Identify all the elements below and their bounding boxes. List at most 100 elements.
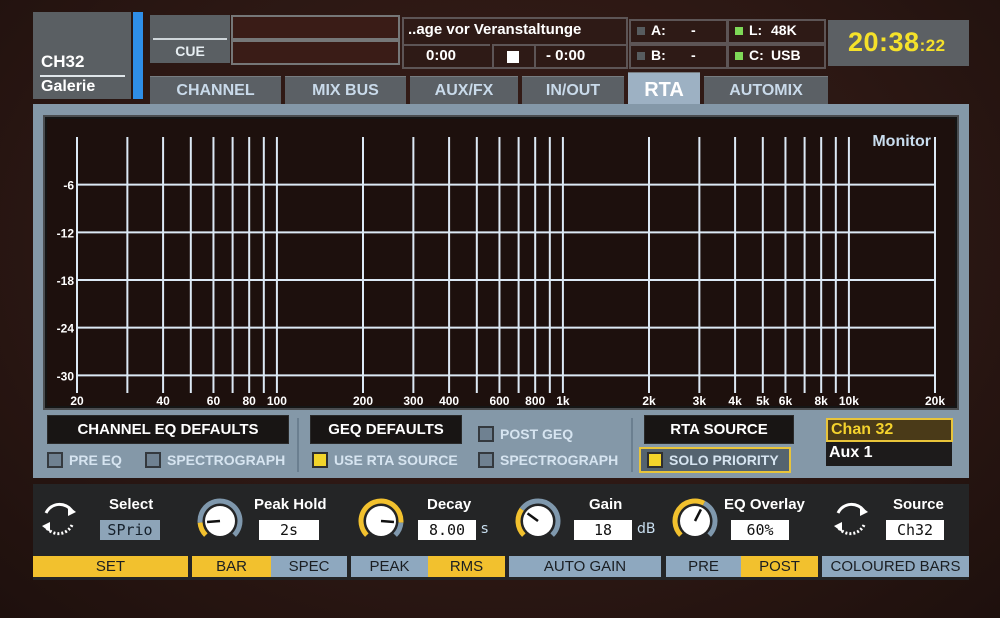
- source-option-chan-32[interactable]: Chan 32: [826, 418, 953, 442]
- bar-button[interactable]: BAR: [192, 556, 271, 577]
- eq-overlay-value[interactable]: 60%: [731, 520, 789, 540]
- remaining-time: - 0:00: [546, 47, 586, 64]
- checkbox-icon: [47, 452, 63, 468]
- x-tick-label: 600: [489, 394, 509, 408]
- rms-button[interactable]: RMS: [428, 556, 505, 577]
- peak-hold-knob[interactable]: [196, 497, 244, 545]
- pre-eq-checkbox[interactable]: PRE EQ: [47, 450, 122, 470]
- set-button[interactable]: SET: [33, 556, 188, 577]
- x-tick-label: 200: [353, 394, 373, 408]
- show-box[interactable]: ..age vor Veranstaltunge 0:00 - 0:00: [402, 17, 628, 69]
- clock-seconds: :22: [919, 36, 946, 55]
- status-b-value: -: [691, 47, 696, 63]
- status-c-led-icon: [735, 52, 743, 60]
- x-tick-label: 3k: [693, 394, 707, 408]
- cue-field-2: [231, 40, 400, 65]
- geq-spectrograph-checkbox[interactable]: SPECTROGRAPH: [478, 450, 618, 470]
- x-tick-label: 20: [70, 394, 84, 408]
- x-tick-label: 6k: [779, 394, 793, 408]
- solo-priority-label: SOLO PRIORITY: [669, 452, 779, 468]
- source-value[interactable]: Ch32: [886, 520, 944, 540]
- tab-rta[interactable]: RTA: [628, 72, 700, 105]
- auto-gain-button[interactable]: AUTO GAIN: [509, 556, 661, 577]
- source-label: Source: [893, 496, 944, 513]
- rta-source-header: RTA SOURCE: [644, 415, 794, 444]
- post-geq-checkbox[interactable]: POST GEQ: [478, 424, 573, 444]
- tab-automix[interactable]: AUTOMIX: [704, 76, 828, 105]
- status-a-value: -: [691, 22, 696, 38]
- status-b-led-icon: [637, 52, 645, 60]
- stop-square-icon[interactable]: [507, 51, 519, 63]
- coloured-bars-button[interactable]: COLOURED BARS: [822, 556, 969, 577]
- peak-hold-value[interactable]: 2s: [259, 520, 319, 540]
- select-cycle-icon[interactable]: [38, 498, 80, 540]
- source-option-aux-1[interactable]: Aux 1: [826, 443, 951, 463]
- status-c-key: C:: [749, 47, 764, 63]
- knob-pointer: [206, 519, 221, 524]
- select-value[interactable]: SPrio: [100, 520, 160, 540]
- spec-button[interactable]: SPEC: [271, 556, 347, 577]
- gain-label: Gain: [589, 496, 623, 513]
- decay-value[interactable]: 8.00: [418, 520, 476, 540]
- status-l-value: 48K: [771, 22, 797, 38]
- checkbox-icon: [478, 452, 494, 468]
- checkbox-checked-icon: [312, 452, 328, 468]
- y-tick-label: -6: [63, 179, 74, 193]
- solo-priority-toggle[interactable]: SOLO PRIORITY: [639, 447, 791, 473]
- tab-mix-bus[interactable]: MIX BUS: [285, 76, 406, 105]
- monitor-label: Monitor: [872, 133, 931, 150]
- solo-priority-checkbox[interactable]: SOLO PRIORITY: [647, 450, 779, 470]
- y-tick-label: -12: [57, 226, 75, 240]
- status-c: C: USB: [727, 44, 826, 69]
- x-tick-label: 60: [207, 394, 221, 408]
- tab-in-out[interactable]: IN/OUT: [522, 76, 624, 105]
- status-b-key: B:: [651, 47, 666, 63]
- knob-arc: [515, 507, 526, 537]
- post-button[interactable]: POST: [741, 556, 818, 577]
- x-tick-label: 8k: [815, 394, 829, 408]
- status-a-led-icon: [637, 27, 645, 35]
- y-tick-label: -18: [57, 274, 75, 288]
- rta-graph[interactable]: -6 -12 -18 -24 -30 20 40 60 80 100 200 300 400 600 800…: [43, 115, 959, 410]
- x-tick-label: 1k: [556, 394, 570, 408]
- clock: 20:38:22: [828, 20, 969, 66]
- rta-grid-svg: -6 -12 -18 -24 -30 20 40 60 80 100 200 300 400 600 800…: [57, 137, 945, 408]
- pre-button[interactable]: PRE: [666, 556, 741, 577]
- checkbox-checked-icon: [647, 452, 663, 468]
- rta-source-list[interactable]: Chan 32 Aux 1: [826, 418, 953, 466]
- x-tick-label: 100: [267, 394, 287, 408]
- geq-defaults-header: GEQ DEFAULTS: [310, 415, 462, 444]
- knob-arc: [197, 522, 208, 537]
- use-rta-source-checkbox[interactable]: USE RTA SOURCE: [312, 450, 458, 470]
- channel-spectrograph-checkbox[interactable]: SPECTROGRAPH: [145, 450, 285, 470]
- cue-field-1: [231, 15, 400, 40]
- status-l-key: L:: [749, 22, 763, 38]
- gain-knob[interactable]: [514, 497, 562, 545]
- decay-knob[interactable]: [357, 497, 405, 545]
- cue-box[interactable]: CUE: [150, 15, 230, 63]
- post-geq-label: POST GEQ: [500, 426, 574, 442]
- peak-button[interactable]: PEAK: [351, 556, 428, 577]
- screen: CH32 Galerie CUE ..age vor Veranstaltung…: [0, 0, 1000, 618]
- x-tick-label: 2k: [642, 394, 656, 408]
- remaining-cell: - 0:00: [534, 44, 628, 67]
- geq-spectrograph-label: SPECTROGRAPH: [500, 452, 619, 468]
- channel-name-box[interactable]: CH32 Galerie: [33, 12, 131, 99]
- status-c-value: USB: [771, 47, 801, 63]
- eq-overlay-knob[interactable]: [671, 497, 719, 545]
- stop-cell[interactable]: [492, 44, 534, 67]
- tab-channel[interactable]: CHANNEL: [150, 76, 281, 105]
- source-cycle-icon[interactable]: [830, 498, 872, 540]
- clock-hours-minutes: 20:38: [848, 27, 920, 57]
- y-tick-label: -30: [57, 369, 75, 383]
- elapsed-cell: 0:00: [404, 44, 490, 67]
- tab-aux-fx[interactable]: AUX/FX: [410, 76, 518, 105]
- status-l-led-icon: [735, 27, 743, 35]
- channel-divider: [40, 75, 125, 77]
- gain-value[interactable]: 18: [574, 520, 632, 540]
- status-b: B: -: [629, 44, 728, 69]
- x-tick-label: 300: [403, 394, 423, 408]
- x-tick-label: 400: [439, 394, 459, 408]
- eq-overlay-label: EQ Overlay: [724, 496, 805, 513]
- divider: [297, 418, 299, 472]
